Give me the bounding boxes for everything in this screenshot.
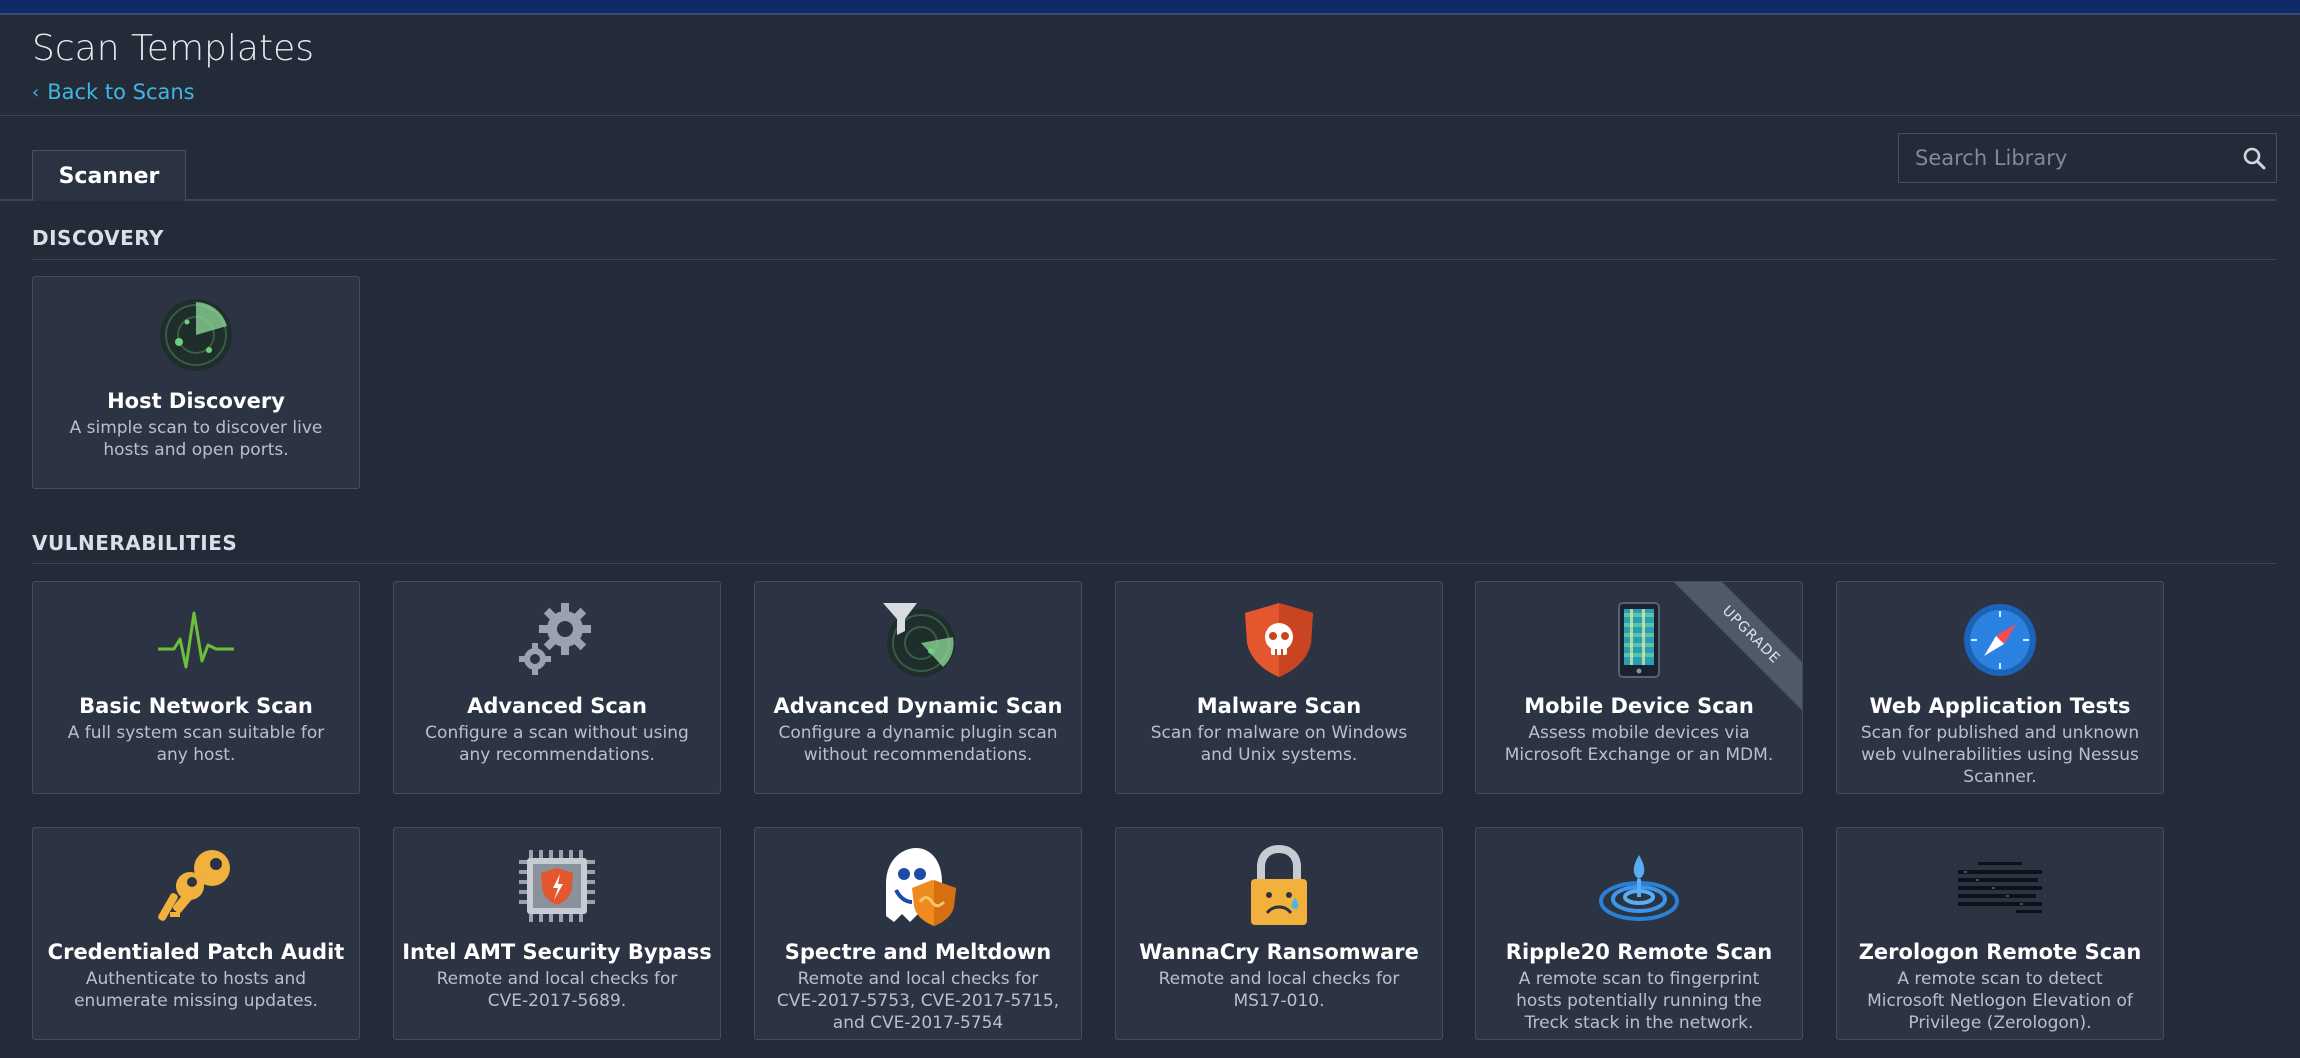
compass-icon — [1837, 598, 2163, 682]
card-title: Zerologon Remote Scan — [1858, 940, 2142, 964]
card-title: Intel AMT Security Bypass — [402, 940, 712, 964]
section-divider — [32, 259, 2276, 260]
card-title: Malware Scan — [1196, 694, 1362, 718]
card-zerologon-remote-scan[interactable]: Zerologon Remote Scan A remote scan to d… — [1836, 827, 2164, 1040]
top-bar — [0, 0, 2300, 15]
tab-scanner[interactable]: Scanner — [32, 150, 186, 201]
search-icon[interactable] — [2232, 136, 2276, 180]
tab-divider-left — [0, 199, 32, 201]
card-description: Remote and local checks for CVE-2017-575… — [776, 969, 1060, 1033]
card-title: Advanced Scan — [467, 694, 647, 718]
header-divider — [0, 115, 2300, 116]
pulse-icon — [33, 598, 359, 682]
code-icon — [1837, 844, 2163, 928]
section-divider — [32, 563, 2276, 564]
card-spectre-and-meltdown[interactable]: Spectre and Meltdown Remote and local ch… — [754, 827, 1082, 1040]
card-intel-amt-security-bypass[interactable]: Intel AMT Security Bypass Remote and loc… — [393, 827, 721, 1040]
card-description: Configure a scan without using any recom… — [425, 723, 689, 765]
card-title: Ripple20 Remote Scan — [1505, 940, 1773, 964]
section-discovery: DISCOVERY — [32, 226, 165, 250]
back-link-label: Back to Scans — [47, 80, 195, 104]
search-box — [1898, 133, 2277, 183]
section-vulnerabilities: VULNERABILITIES — [32, 531, 238, 555]
card-description: Configure a dynamic plugin scan without … — [778, 723, 1058, 765]
gears-icon — [394, 598, 720, 682]
card-web-application-tests[interactable]: Web Application Tests Scan for published… — [1836, 581, 2164, 794]
card-description: Remote and local checks for CVE-2017-568… — [436, 969, 678, 1011]
card-description: A simple scan to discover live hosts and… — [69, 418, 323, 460]
keys-icon — [33, 844, 359, 928]
card-ripple20-remote-scan[interactable]: Ripple20 Remote Scan A remote scan to fi… — [1475, 827, 1803, 1040]
radar-icon — [33, 293, 359, 377]
ripple-icon — [1476, 844, 1802, 928]
card-title: Basic Network Scan — [79, 694, 313, 718]
padlock-icon — [1116, 844, 1442, 928]
card-description: Scan for published and unknown web vulne… — [1860, 723, 2140, 787]
card-title: Host Discovery — [107, 389, 285, 413]
card-title: Spectre and Meltdown — [784, 940, 1052, 964]
card-description: Scan for malware on Windows and Unix sys… — [1150, 723, 1408, 765]
filter-radar-icon — [755, 598, 1081, 682]
card-title: Web Application Tests — [1869, 694, 2131, 718]
back-to-scans-link[interactable]: ‹ Back to Scans — [32, 80, 195, 104]
card-title: Mobile Device Scan — [1524, 694, 1754, 718]
skull-shield-icon — [1116, 598, 1442, 682]
chevron-left-icon: ‹ — [32, 81, 40, 103]
card-description: Assess mobile devices via Microsoft Exch… — [1504, 723, 1774, 765]
card-description: Authenticate to hosts and enumerate miss… — [74, 969, 318, 1011]
card-advanced-dynamic-scan[interactable]: Advanced Dynamic Scan Configure a dynami… — [754, 581, 1082, 794]
card-credentialed-patch-audit[interactable]: Credentialed Patch Audit Authenticate to… — [32, 827, 360, 1040]
search-input[interactable] — [1899, 134, 2232, 182]
card-wannacry-ransomware[interactable]: WannaCry Ransomware Remote and local che… — [1115, 827, 1443, 1040]
mobile-icon — [1476, 598, 1802, 682]
card-description: A remote scan to detect Microsoft Netlog… — [1867, 969, 2133, 1033]
card-malware-scan[interactable]: Malware Scan Scan for malware on Windows… — [1115, 581, 1443, 794]
card-host-discovery[interactable]: Host Discovery A simple scan to discover… — [32, 276, 360, 489]
page-title: Scan Templates — [32, 28, 314, 69]
card-mobile-device-scan[interactable]: UPGRADE Mobile Device Scan Assess mobile… — [1475, 581, 1803, 794]
card-title: Credentialed Patch Audit — [47, 940, 345, 964]
card-description: A remote scan to fingerprint hosts poten… — [1516, 969, 1762, 1033]
card-title: Advanced Dynamic Scan — [773, 694, 1063, 718]
card-basic-network-scan[interactable]: Basic Network Scan A full system scan su… — [32, 581, 360, 794]
tab-divider — [186, 199, 2276, 201]
card-description: A full system scan suitable for any host… — [67, 723, 325, 765]
ghost-shield-icon — [755, 844, 1081, 928]
chip-icon — [394, 844, 720, 928]
card-title: WannaCry Ransomware — [1139, 940, 1419, 964]
card-description: Remote and local checks for MS17-010. — [1158, 969, 1400, 1011]
card-advanced-scan[interactable]: Advanced Scan Configure a scan without u… — [393, 581, 721, 794]
